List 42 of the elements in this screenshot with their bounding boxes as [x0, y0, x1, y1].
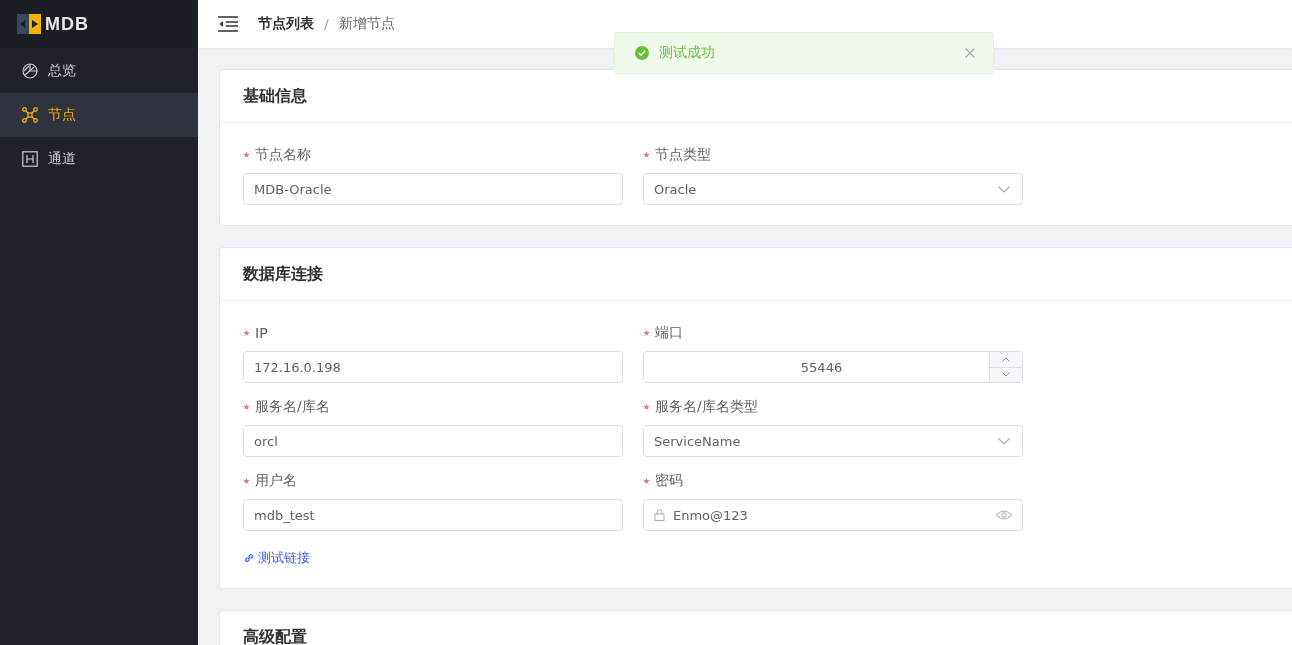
field-label: 节点类型 [655, 146, 711, 164]
section-title: 高级配置 [243, 626, 307, 645]
network-nodes-icon [22, 107, 38, 123]
field-label: 密码 [655, 472, 683, 490]
sidebar-item[interactable]: 通道 [0, 137, 198, 181]
letter-h-box-icon [22, 151, 38, 167]
field-label: 端口 [655, 324, 683, 342]
close-icon[interactable] [965, 48, 975, 58]
chevron-up-icon [1002, 356, 1010, 362]
chevron-down-icon [998, 437, 1010, 445]
chevron-down-icon [998, 185, 1010, 193]
password-field[interactable]: Enmo@123 [643, 499, 1023, 531]
toast-message: 测试成功 [659, 44, 716, 62]
breadcrumb-item: 新增节点 [338, 15, 395, 33]
section-title: 基础信息 [243, 85, 307, 107]
text-field[interactable]: 172.16.0.198 [243, 351, 623, 383]
eye-icon[interactable] [996, 510, 1012, 520]
text-field[interactable]: orcl [243, 425, 623, 457]
logo-text: MDB [45, 13, 89, 35]
select-field[interactable]: ServiceName [643, 425, 1023, 457]
section-title: 数据库连接 [243, 263, 323, 285]
breadcrumb-separator: / [324, 16, 329, 32]
field-label: 用户名 [255, 472, 297, 490]
select-field[interactable]: Oracle [643, 173, 1023, 205]
field-label: IP [255, 325, 268, 341]
text-field[interactable]: MDB-Oracle [243, 173, 623, 205]
link-icon [243, 552, 255, 564]
lock-icon [654, 509, 665, 521]
sidebar-item[interactable]: 节点 [0, 93, 198, 137]
field-label: 服务名/库名类型 [655, 398, 758, 416]
field-label: 服务名/库名 [255, 398, 330, 416]
number-field[interactable]: 55446 [643, 351, 1023, 383]
chevron-down-icon [1002, 372, 1010, 378]
collapse-menu-icon[interactable] [218, 16, 238, 32]
breadcrumb-item[interactable]: 节点列表 [258, 15, 314, 33]
test-connection-link[interactable]: 测试链接 [243, 549, 310, 567]
text-field[interactable]: mdb_test [243, 499, 623, 531]
sidebar-item[interactable]: 总览 [0, 49, 198, 93]
pie-chart-icon [22, 63, 38, 79]
logo-icon [17, 14, 41, 34]
check-circle-icon [635, 46, 649, 60]
field-label: 节点名称 [255, 146, 311, 164]
